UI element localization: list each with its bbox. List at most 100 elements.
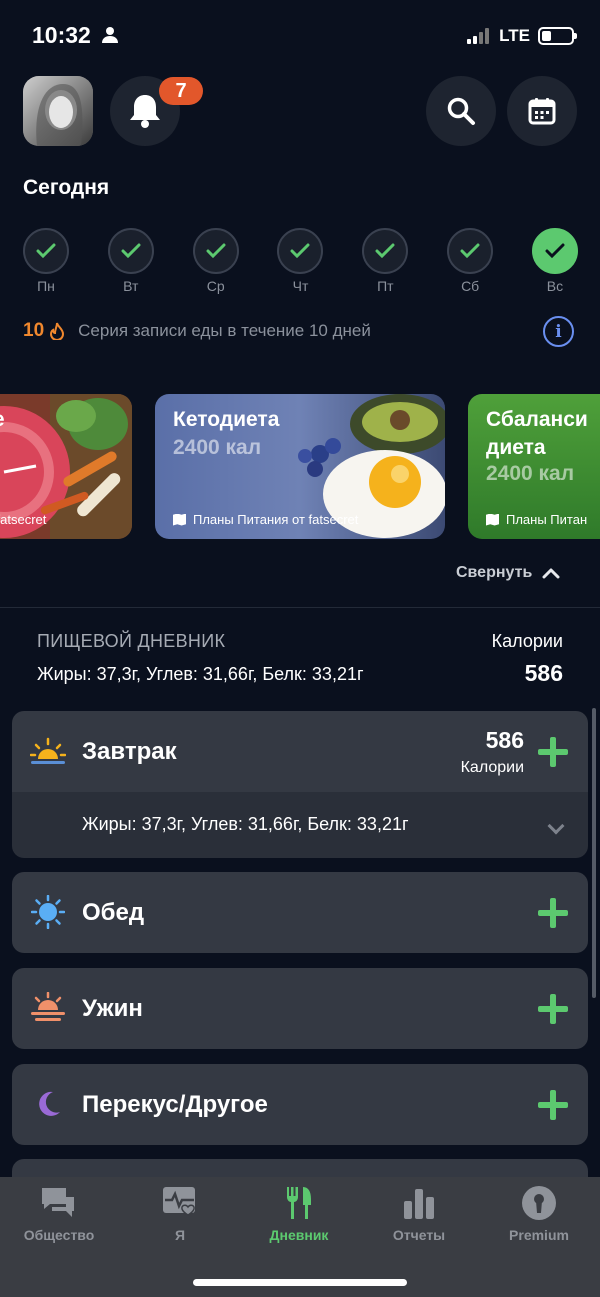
bar-chart-icon [404, 1189, 434, 1219]
day-label: Ср [206, 278, 225, 294]
day-sat[interactable]: Сб [447, 228, 494, 294]
sunset-icon [30, 990, 66, 1026]
calendar-button[interactable] [507, 76, 577, 146]
sun-icon [30, 894, 66, 930]
tab-me[interactable]: Я [125, 1185, 235, 1243]
streak-count: 10 [23, 320, 45, 341]
day-wed[interactable]: Ср [192, 228, 239, 294]
add-dinner-button[interactable] [538, 994, 568, 1024]
meal-calories: 586 [485, 727, 524, 753]
calendar-icon [528, 98, 556, 125]
divider [0, 607, 600, 608]
meal-dinner[interactable]: Ужин [12, 968, 588, 1049]
breakfast-macros: Жиры: 37,3г, Углев: 31,66г, Белк: 33,21г [82, 814, 409, 834]
keyhole-icon [522, 1186, 556, 1220]
add-snack-button[interactable] [538, 1090, 568, 1120]
check-icon [36, 243, 56, 259]
tab-community[interactable]: Общество [4, 1185, 114, 1243]
notification-badge: 7 [159, 77, 203, 105]
meal-name: Завтрак [82, 738, 177, 765]
meal-plan-card-balanced[interactable]: Сбаланси диета 2400 кал Планы Питан [468, 394, 600, 539]
sunrise-icon [30, 734, 66, 770]
check-icon [545, 243, 565, 259]
card-footer: от fatsecret [0, 512, 47, 527]
chevron-down-icon[interactable] [547, 817, 565, 835]
card-kcal: 2400 кал [173, 436, 262, 459]
tab-label: Общество [23, 1227, 95, 1243]
card-title: ое [0, 406, 5, 434]
day-sun[interactable]: Вс [531, 228, 578, 294]
meal-name: Ужин [82, 995, 143, 1022]
card-title: Сбаланси диета [486, 408, 588, 459]
meal-snack[interactable]: Перекус/Другое [12, 1064, 588, 1145]
collapse-button[interactable]: Свернуть [456, 564, 560, 582]
day-label: Пт [377, 278, 394, 294]
day-label: Вс [546, 278, 564, 294]
search-icon [447, 97, 475, 125]
map-icon [173, 513, 186, 526]
day-label: Вт [123, 278, 139, 294]
check-icon [206, 243, 226, 259]
streak-row: 10 Серия записи еды в течение 10 дней [23, 320, 371, 342]
add-lunch-button[interactable] [538, 898, 568, 928]
meal-breakfast[interactable]: Завтрак 586 Калории [12, 711, 588, 793]
meal-plan-card-intermittent[interactable]: ое от fatsecret [0, 394, 132, 539]
person-icon [102, 27, 119, 43]
search-button[interactable] [426, 76, 496, 146]
chat-icon [42, 1188, 74, 1217]
collapse-label: Свернуть [456, 564, 533, 581]
check-icon [121, 243, 141, 259]
meal-name: Обед [82, 899, 145, 926]
check-icon [375, 243, 395, 259]
day-fri[interactable]: Пт [362, 228, 409, 294]
check-icon [290, 243, 310, 259]
network-label: LTE [499, 26, 530, 45]
moon-icon [30, 1086, 66, 1122]
today-label: Сегодня [23, 176, 110, 199]
avatar[interactable] [23, 76, 93, 146]
calories-label: Калории [491, 631, 563, 651]
meal-calories-label: Калории [460, 759, 524, 776]
day-mon[interactable]: Пн [23, 228, 69, 294]
tab-reports[interactable]: Отчеты [364, 1185, 474, 1243]
meal-plan-card-keto[interactable]: Кетодиета 2400 кал Планы Питания от fats… [155, 394, 445, 539]
battery-icon [538, 27, 577, 45]
day-label: Сб [461, 278, 480, 294]
streak-text: Серия записи еды в течение 10 дней [78, 321, 371, 340]
tab-label: Дневник [269, 1227, 329, 1243]
fork-knife-icon [287, 1187, 311, 1219]
day-label: Чт [292, 278, 309, 294]
meal-name: Перекус/Другое [82, 1091, 268, 1118]
day-thu[interactable]: Чт [277, 228, 324, 294]
day-tue[interactable]: Вт [107, 228, 154, 294]
chevron-up-icon [542, 568, 560, 579]
tab-label: Я [174, 1227, 186, 1243]
status-time: 10:32 [32, 22, 119, 49]
bell-icon [130, 95, 160, 128]
tab-diary[interactable]: Дневник [244, 1185, 354, 1243]
week-strip: Пн Вт Ср Чт Пт Сб Вс [23, 228, 578, 294]
signal-icon [467, 28, 490, 44]
check-icon [460, 243, 480, 259]
card-kcal: 2400 кал [486, 462, 575, 485]
map-icon [486, 513, 499, 526]
flame-icon [50, 322, 65, 340]
card-footer: Планы Питания от fatsecret [173, 512, 358, 527]
scrollbar[interactable] [592, 708, 596, 998]
home-indicator[interactable] [193, 1279, 407, 1286]
diary-macros: Жиры: 37,3г, Углев: 31,66г, Белк: 33,21г [37, 664, 364, 684]
card-footer: Планы Питан [486, 512, 587, 527]
calories-value: 586 [524, 660, 563, 686]
card-title: Кетодиета [173, 408, 280, 431]
add-breakfast-button[interactable] [538, 737, 568, 767]
tab-premium[interactable]: Premium [484, 1185, 594, 1243]
breakfast-details[interactable]: Жиры: 37,3г, Углев: 31,66г, Белк: 33,21г [12, 792, 588, 858]
heart-pulse-icon [163, 1187, 195, 1216]
info-icon[interactable]: i [543, 316, 574, 347]
day-label: Пн [37, 278, 55, 294]
tab-label: Premium [509, 1227, 569, 1243]
tab-label: Отчеты [392, 1227, 446, 1243]
diary-title: ПИЩЕВОЙ ДНЕВНИК [37, 631, 226, 651]
status-indicators: LTE [467, 26, 577, 46]
meal-lunch[interactable]: Обед [12, 872, 588, 953]
